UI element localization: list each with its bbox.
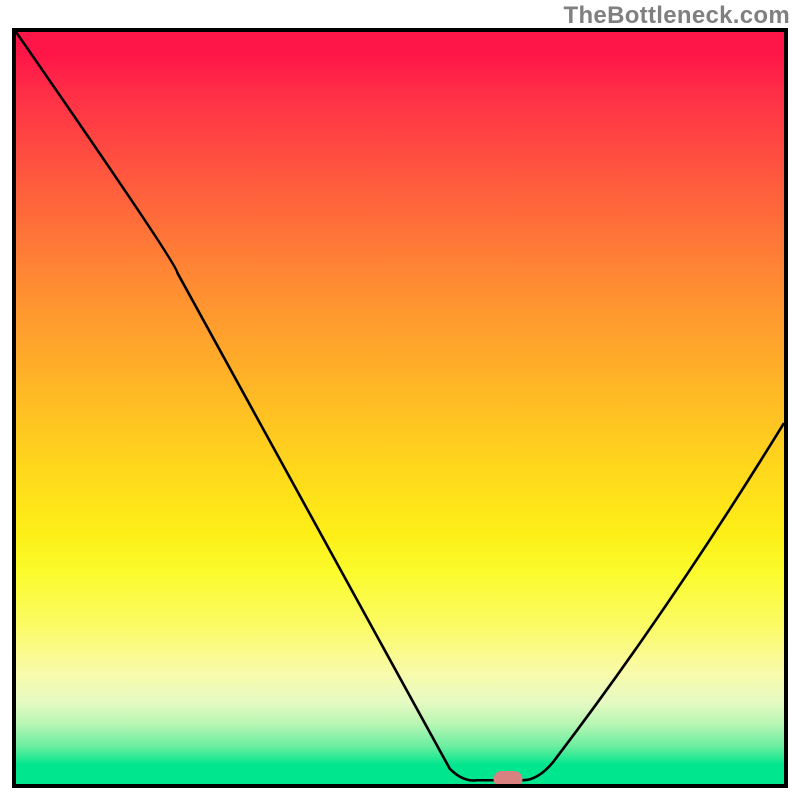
watermark-text: TheBottleneck.com bbox=[564, 2, 790, 30]
curve-layer bbox=[16, 32, 784, 784]
bottleneck-curve-path bbox=[16, 32, 784, 781]
bottleneck-chart bbox=[12, 28, 788, 788]
optimal-marker bbox=[493, 771, 522, 787]
